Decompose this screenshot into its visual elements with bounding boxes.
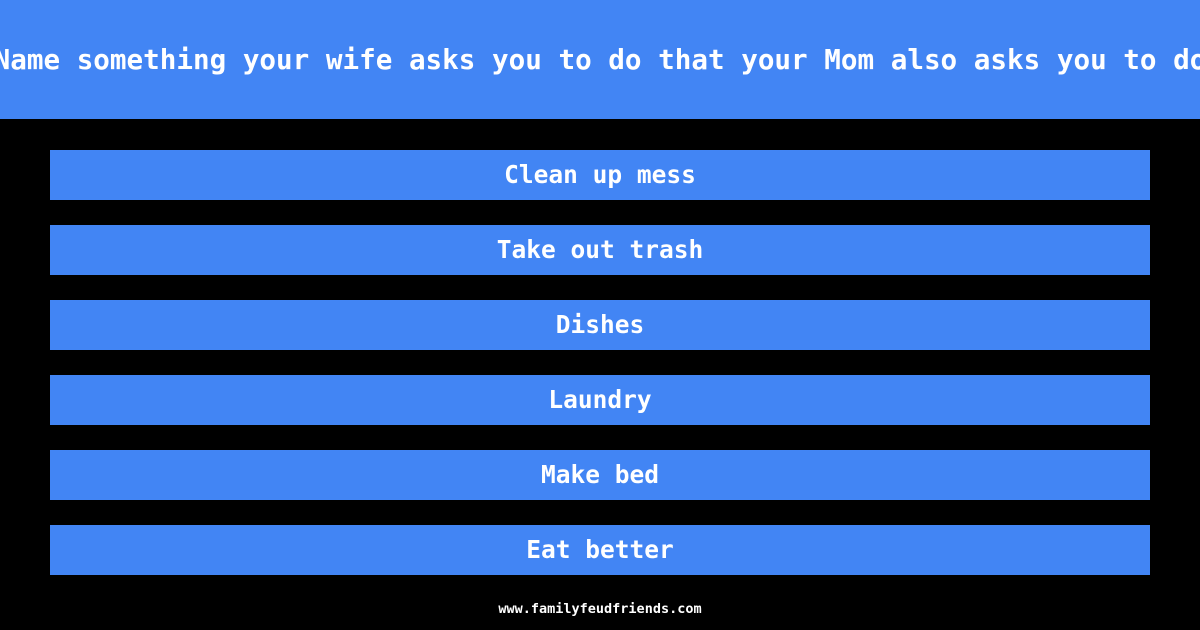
question-text: Name something your wife asks you to do … — [0, 42, 1200, 76]
answer-label: Clean up mess — [504, 159, 696, 189]
answer-label: Laundry — [548, 384, 652, 414]
question-banner: Name something your wife asks you to do … — [0, 0, 1200, 119]
answer-row[interactable]: Laundry — [50, 375, 1150, 425]
answer-list: Clean up mess Take out trash Dishes Laun… — [50, 150, 1150, 575]
footer: www.familyfeudfriends.com — [0, 598, 1200, 617]
site-url-text: www.familyfeudfriends.com — [498, 601, 702, 617]
answer-row[interactable]: Dishes — [50, 300, 1150, 350]
answer-label: Make bed — [540, 459, 659, 489]
answer-row[interactable]: Make bed — [50, 450, 1150, 500]
answer-label: Dishes — [555, 309, 645, 339]
family-feud-answer-card: Name something your wife asks you to do … — [0, 0, 1200, 630]
answer-label: Eat better — [526, 534, 674, 564]
answer-label: Take out trash — [496, 234, 704, 264]
answer-row[interactable]: Clean up mess — [50, 150, 1150, 200]
answer-row[interactable]: Take out trash — [50, 225, 1150, 275]
answer-row[interactable]: Eat better — [50, 525, 1150, 575]
